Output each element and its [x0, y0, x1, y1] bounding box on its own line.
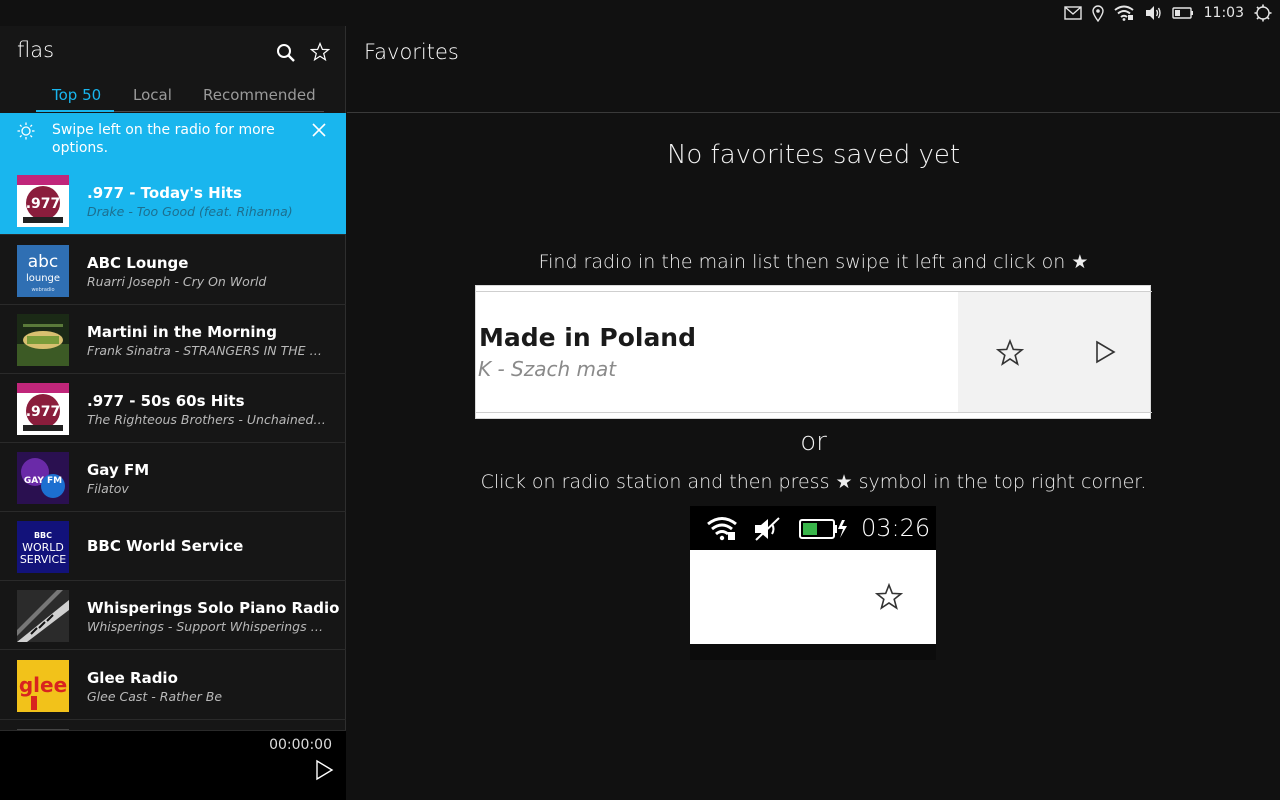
hint-banner: Swipe left on the radio for more options… — [0, 113, 346, 166]
station-logo-977: .977 — [17, 383, 69, 435]
station-now-playing: Frank Sinatra - STRANGERS IN THE NIGHT — [87, 343, 327, 358]
station-now-playing: Filatov — [87, 481, 129, 496]
svg-text:GAY FM: GAY FM — [24, 476, 62, 486]
station-now-playing: Whisperings - Support Whisperings at Sou… — [87, 619, 327, 634]
phone-time: 03:26 — [861, 514, 931, 542]
station-name: Martini in the Morning — [87, 323, 277, 341]
instruction-star: Click on radio station and then press ★ … — [480, 471, 1147, 493]
play-icon — [1092, 339, 1118, 365]
station-logo-gayfm: GAY FM — [17, 452, 69, 504]
example-phone-screenshot: 03:26 — [690, 506, 936, 660]
tab-bar: Top 50 Local Recommended — [0, 82, 346, 112]
example-station-name: Made in Poland — [479, 323, 697, 352]
station-name: ABC Lounge — [87, 254, 189, 272]
phone-status-bar: 03:26 — [690, 506, 936, 550]
svg-text:SERVICE: SERVICE — [20, 553, 66, 566]
station-logo-abc: abc lounge webradio — [17, 245, 69, 297]
status-bar: 11:03 — [0, 0, 1280, 26]
sidebar-header: flas — [0, 26, 346, 78]
battery-charging-icon — [799, 519, 847, 539]
wifi-icon[interactable] — [1114, 5, 1134, 21]
card-divider-bottom — [476, 412, 1152, 413]
station-now-playing: The Righteous Brothers - Unchained Melod… — [87, 412, 327, 427]
station-row[interactable]: .977 .977 - Today's Hits Drake - Too Goo… — [0, 166, 346, 235]
phone-content-preview — [690, 644, 936, 660]
search-icon[interactable] — [276, 43, 296, 63]
svg-text:.977: .977 — [26, 404, 61, 420]
station-row[interactable]: Martini in the Morning Frank Sinatra - S… — [0, 305, 346, 374]
station-name: Whisperings Solo Piano Radio — [87, 599, 340, 617]
station-logo-977: .977 — [17, 175, 69, 227]
header-divider — [347, 112, 1280, 113]
close-icon[interactable] — [311, 122, 327, 138]
station-name: .977 - 50s 60s Hits — [87, 392, 245, 410]
svg-text:glee: glee — [19, 673, 67, 697]
station-now-playing: Glee Cast - Rather Be — [87, 689, 223, 704]
station-row[interactable]: Whisperings Solo Piano Radio Whisperings… — [0, 581, 346, 650]
tab-local[interactable]: Local — [133, 86, 172, 104]
wifi-icon — [707, 517, 737, 541]
page-title: Favorites — [364, 40, 459, 64]
example-actions-panel — [958, 292, 1150, 412]
svg-text:BBC: BBC — [34, 531, 52, 540]
example-station-subtitle: K - Szach mat — [478, 357, 617, 381]
main-panel: Favorites No favorites saved yet Find ra… — [347, 26, 1280, 800]
hint-text: Swipe left on the radio for more options… — [52, 122, 275, 156]
star-icon — [995, 338, 1025, 367]
station-row-partial[interactable] — [0, 720, 346, 730]
star-icon — [874, 582, 904, 611]
station-row[interactable]: abc lounge webradio ABC Lounge Ruarri Jose… — [0, 236, 346, 305]
empty-state-title: No favorites saved yet — [666, 140, 961, 170]
svg-text:abc: abc — [28, 252, 59, 272]
station-list: .977 .977 - Today's Hits Drake - Too Goo… — [0, 166, 346, 730]
favorites-star-icon[interactable] — [309, 41, 331, 62]
tab-top-50[interactable]: Top 50 — [52, 86, 101, 104]
power-icon[interactable] — [1254, 4, 1272, 22]
mute-icon — [755, 517, 780, 541]
station-logo-glee: glee — [17, 660, 69, 712]
or-separator: or — [800, 427, 827, 457]
volume-icon[interactable] — [1144, 5, 1162, 21]
play-icon[interactable] — [313, 759, 335, 781]
station-logo-martini — [17, 314, 69, 366]
svg-text:webradio: webradio — [31, 287, 54, 293]
station-name: Gay FM — [87, 461, 150, 479]
sidebar: flas Top 50 Local Recommended Swipe left… — [0, 26, 346, 800]
station-name: BBC World Service — [87, 537, 244, 555]
tab-recommended[interactable]: Recommended — [203, 86, 316, 104]
station-now-playing: Drake - Too Good (feat. Rihanna) — [87, 204, 293, 219]
status-time: 11:03 — [1203, 5, 1244, 21]
player-bar: 00:00:00 — [0, 730, 346, 800]
station-row[interactable]: BBC WORLD SERVICE BBC World Service — [0, 512, 346, 581]
battery-icon[interactable] — [1171, 6, 1194, 20]
instruction-swipe: Find radio in the main list then swipe i… — [538, 251, 1089, 273]
lightbulb-icon — [16, 121, 36, 141]
station-logo-bbc: BBC WORLD SERVICE — [17, 521, 69, 573]
mail-icon[interactable] — [1063, 6, 1082, 20]
example-station-card: Made in Poland K - Szach mat — [475, 285, 1152, 419]
station-name: .977 - Today's Hits — [87, 184, 242, 202]
svg-text:.977: .977 — [26, 196, 61, 212]
svg-text:lounge: lounge — [26, 273, 60, 284]
station-row[interactable]: GAY FM Gay FM Filatov — [0, 443, 346, 512]
station-now-playing: Ruarri Joseph - Cry On World — [87, 274, 267, 289]
playback-time: 00:00:00 — [269, 737, 332, 753]
station-row[interactable]: glee Glee Radio Glee Cast - Rather Be — [0, 651, 346, 720]
station-name: Glee Radio — [87, 669, 178, 687]
station-row[interactable]: .977 .977 - 50s 60s Hits The Righteous B… — [0, 374, 346, 443]
app-title: flas — [17, 38, 55, 62]
station-logo-piano — [17, 590, 69, 642]
active-tab-indicator — [36, 110, 114, 112]
location-icon[interactable] — [1091, 4, 1104, 22]
